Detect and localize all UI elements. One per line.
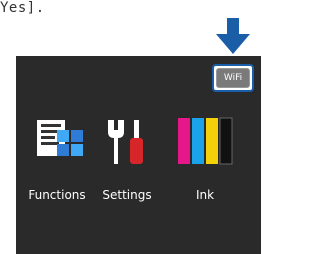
ink-label: Ink xyxy=(195,188,215,202)
menu-tile-settings[interactable]: Settings xyxy=(92,116,162,208)
menu-tile-functions[interactable]: Functions xyxy=(22,116,92,208)
ink-icon xyxy=(178,117,233,165)
functions-icon xyxy=(37,120,83,156)
settings-icon xyxy=(108,120,143,164)
settings-label: Settings xyxy=(102,188,152,202)
down-arrow-icon xyxy=(216,18,250,54)
menu-tile-ink[interactable]: Ink xyxy=(170,116,240,208)
functions-label: Functions xyxy=(28,188,86,202)
wifi-button[interactable]: WiFi xyxy=(216,68,250,88)
caption-text: Yes]. xyxy=(0,0,45,16)
